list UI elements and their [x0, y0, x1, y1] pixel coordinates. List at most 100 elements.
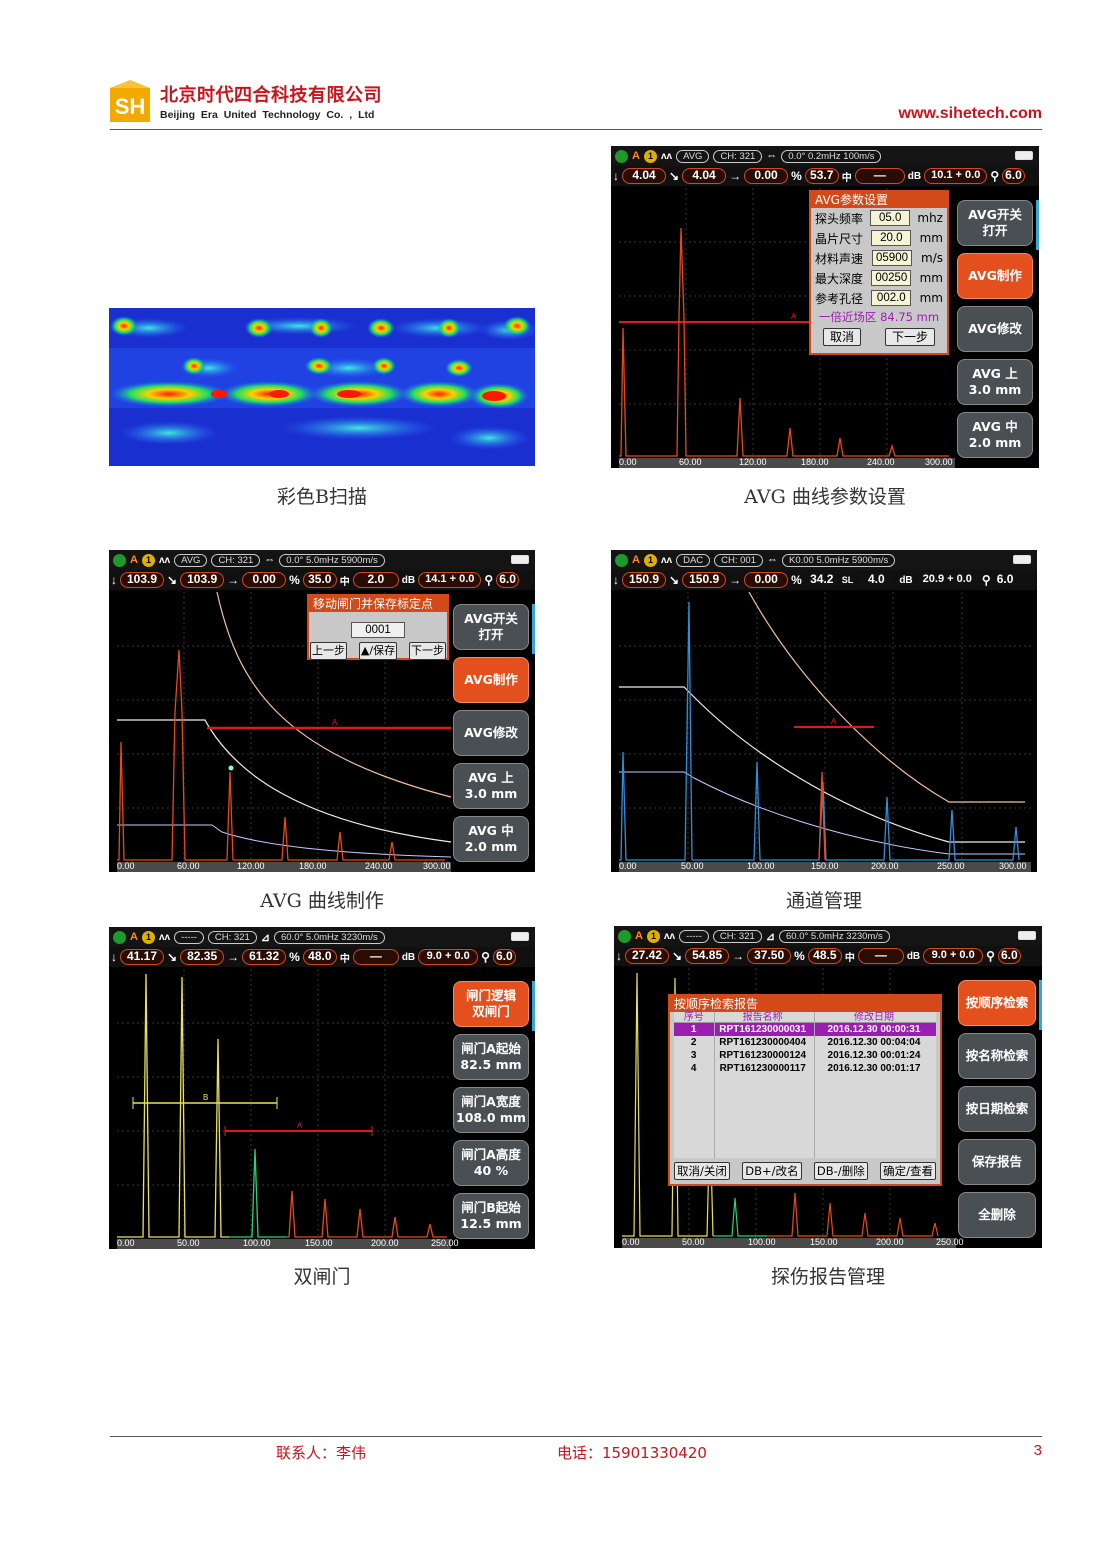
x-tick: 50.00	[177, 1238, 200, 1248]
status-bar: A 1 ᴧᴧ DAC CH: 001 ⇔ K0.00 5.0mHz 5900m/…	[611, 550, 1037, 570]
power-indicator	[615, 149, 628, 163]
status-bar: A 1 ᴧᴧ AVG CH: 321 ⇔ 0.0° 5.0mHz 5900m/s	[109, 550, 535, 570]
x-tick: 100.00	[748, 1237, 776, 1247]
x-tick: 200.00	[371, 1238, 399, 1248]
x-tick: 0.00	[619, 861, 637, 871]
scrollbar[interactable]	[1036, 200, 1039, 250]
menu-avg-middle[interactable]: AVG 中 2.0 mm	[957, 412, 1033, 458]
menu-avg-make[interactable]: AVG制作	[453, 657, 529, 703]
mode-label: A	[130, 554, 138, 566]
percent-icon: %	[791, 169, 802, 183]
row-velocity: 材料声速 05900 m/s	[815, 250, 943, 266]
arrow-right-icon: →	[732, 949, 745, 963]
probe-icon: ⇔	[767, 554, 778, 566]
equivalent: —	[352, 949, 399, 965]
sl-db-icon: SL	[841, 575, 854, 585]
gain: 9.0 + 0.0	[418, 949, 479, 965]
depth-field[interactable]: 00250	[871, 270, 912, 286]
battery-icon	[1015, 151, 1033, 160]
menu-gate-a-width[interactable]: 闸门A宽度 108.0 mm	[453, 1087, 529, 1133]
website-link[interactable]: www.sihetech.com	[899, 105, 1042, 123]
crystal-field[interactable]: 20.0	[871, 230, 912, 246]
menu-gate-a-start[interactable]: 闸门A起始 82.5 mm	[453, 1034, 529, 1080]
svg-text:A: A	[831, 717, 837, 726]
menu-avg-make[interactable]: AVG制作	[957, 253, 1033, 299]
menu-avg-switch[interactable]: AVG开关 打开	[957, 200, 1033, 246]
power-indicator	[113, 553, 126, 567]
menu-gate-b-start[interactable]: 闸门B起始 12.5 mm	[453, 1193, 529, 1239]
prev-button[interactable]: 上一步	[310, 642, 347, 660]
cancel-close-button[interactable]: 取消/关闭	[674, 1162, 730, 1180]
rename-button[interactable]: DB+/改名	[742, 1162, 802, 1180]
step: 6.0	[993, 572, 1017, 588]
dac-middle-curve	[619, 686, 1025, 843]
menu-save-report[interactable]: 保存报告	[958, 1139, 1036, 1185]
point-index[interactable]: 0001	[351, 622, 405, 638]
battery-icon	[1018, 931, 1036, 940]
curve-type: DAC	[676, 553, 711, 567]
caption-channel: 通道管理	[785, 890, 862, 912]
scrollbar[interactable]	[532, 604, 535, 654]
menu-search-name[interactable]: 按名称检索	[958, 1033, 1036, 1079]
logo-text: SH	[115, 94, 146, 119]
arrow-down-icon: ↓	[613, 169, 619, 183]
x-tick: 240.00	[365, 861, 393, 871]
next-button[interactable]: 下一步	[408, 642, 446, 660]
menu-search-order[interactable]: 按顺序检索	[958, 980, 1036, 1026]
db-icon: dB	[401, 574, 416, 586]
menu-avg-middle[interactable]: AVG 中 2.0 mm	[453, 816, 529, 862]
arrow-down-icon: ↓	[613, 573, 619, 587]
menu-delete-all[interactable]: 全删除	[958, 1192, 1036, 1238]
equivalent: 2.0	[352, 572, 399, 588]
bscan-image	[109, 308, 535, 466]
step-icon: ⚲	[986, 949, 995, 963]
x-axis: 0.00 50.00 100.00 150.00 200.00 250.00	[622, 1237, 964, 1248]
menu-gate-a-height[interactable]: 闸门A高度 40 %	[453, 1140, 529, 1186]
battery-icon	[1013, 555, 1031, 564]
power-indicator	[113, 930, 126, 944]
menu-avg-switch[interactable]: AVG开关 打开	[453, 604, 529, 650]
surface-dist: 0.00	[744, 572, 789, 588]
company-name-en: Beijing Era United Technology Co. , Ltd	[160, 109, 375, 121]
menu-avg-upper[interactable]: AVG 上 3.0 mm	[453, 763, 529, 809]
probe-icon: ⇔	[766, 150, 778, 162]
scrollbar[interactable]	[532, 981, 535, 1031]
cancel-button[interactable]: 取消	[822, 328, 861, 346]
hole-field[interactable]: 002.0	[871, 290, 912, 306]
x-tick: 150.00	[810, 1237, 838, 1247]
menu-avg-upper[interactable]: AVG 上 3.0 mm	[957, 359, 1033, 405]
a-scan-trace-red	[767, 1192, 939, 1237]
menu-avg-edit[interactable]: AVG修改	[453, 710, 529, 756]
channel-num-badge: 1	[643, 553, 657, 567]
x-tick: 0.00	[117, 861, 135, 871]
next-button[interactable]: 下一步	[884, 328, 935, 346]
menu-avg-edit[interactable]: AVG修改	[957, 306, 1033, 352]
sl-value: 4.0	[856, 572, 897, 588]
menu-search-date[interactable]: 按日期检索	[958, 1086, 1036, 1132]
x-tick: 100.00	[747, 861, 775, 871]
scrollbar[interactable]	[1039, 980, 1042, 1030]
confirm-view-button[interactable]: 确定/查看	[880, 1162, 936, 1180]
x-axis: 0.00 50.00 100.00 150.00 200.00 250.00	[117, 1238, 459, 1249]
menu-gate-logic[interactable]: 闸门逻辑 双闸门	[453, 981, 529, 1027]
caption-avg-make: AVG 曲线制作	[260, 890, 384, 912]
save-button[interactable]: ▲/保存	[358, 642, 398, 660]
velocity-field[interactable]: 05900	[872, 250, 913, 266]
x-tick: 180.00	[299, 861, 327, 871]
probe-info: 0.0° 0.2mHz 100m/s	[781, 149, 882, 163]
sound-path: 4.04	[622, 168, 666, 184]
x-tick: 150.00	[811, 861, 839, 871]
freq-field[interactable]: 05.0	[870, 210, 911, 226]
dialog-title: AVG参数设置	[811, 192, 947, 208]
curve-type: AVG	[174, 553, 208, 567]
channel-num-badge: 1	[646, 929, 660, 943]
x-tick: 200.00	[876, 1237, 904, 1247]
arrow-diag-icon: ↘	[167, 950, 178, 964]
screen-report: A 1 ᴧᴧ ----- CH: 321 ⊿ 60.0° 5.0mHz 3230…	[614, 926, 1042, 1248]
a-scan-trace	[117, 649, 445, 861]
delete-button[interactable]: DB-/删除	[813, 1162, 868, 1180]
x-tick: 0.00	[619, 457, 637, 467]
battery-icon	[511, 932, 529, 941]
arrow-diag-icon: ↘	[669, 169, 680, 183]
step-icon: ⚲	[484, 573, 494, 587]
